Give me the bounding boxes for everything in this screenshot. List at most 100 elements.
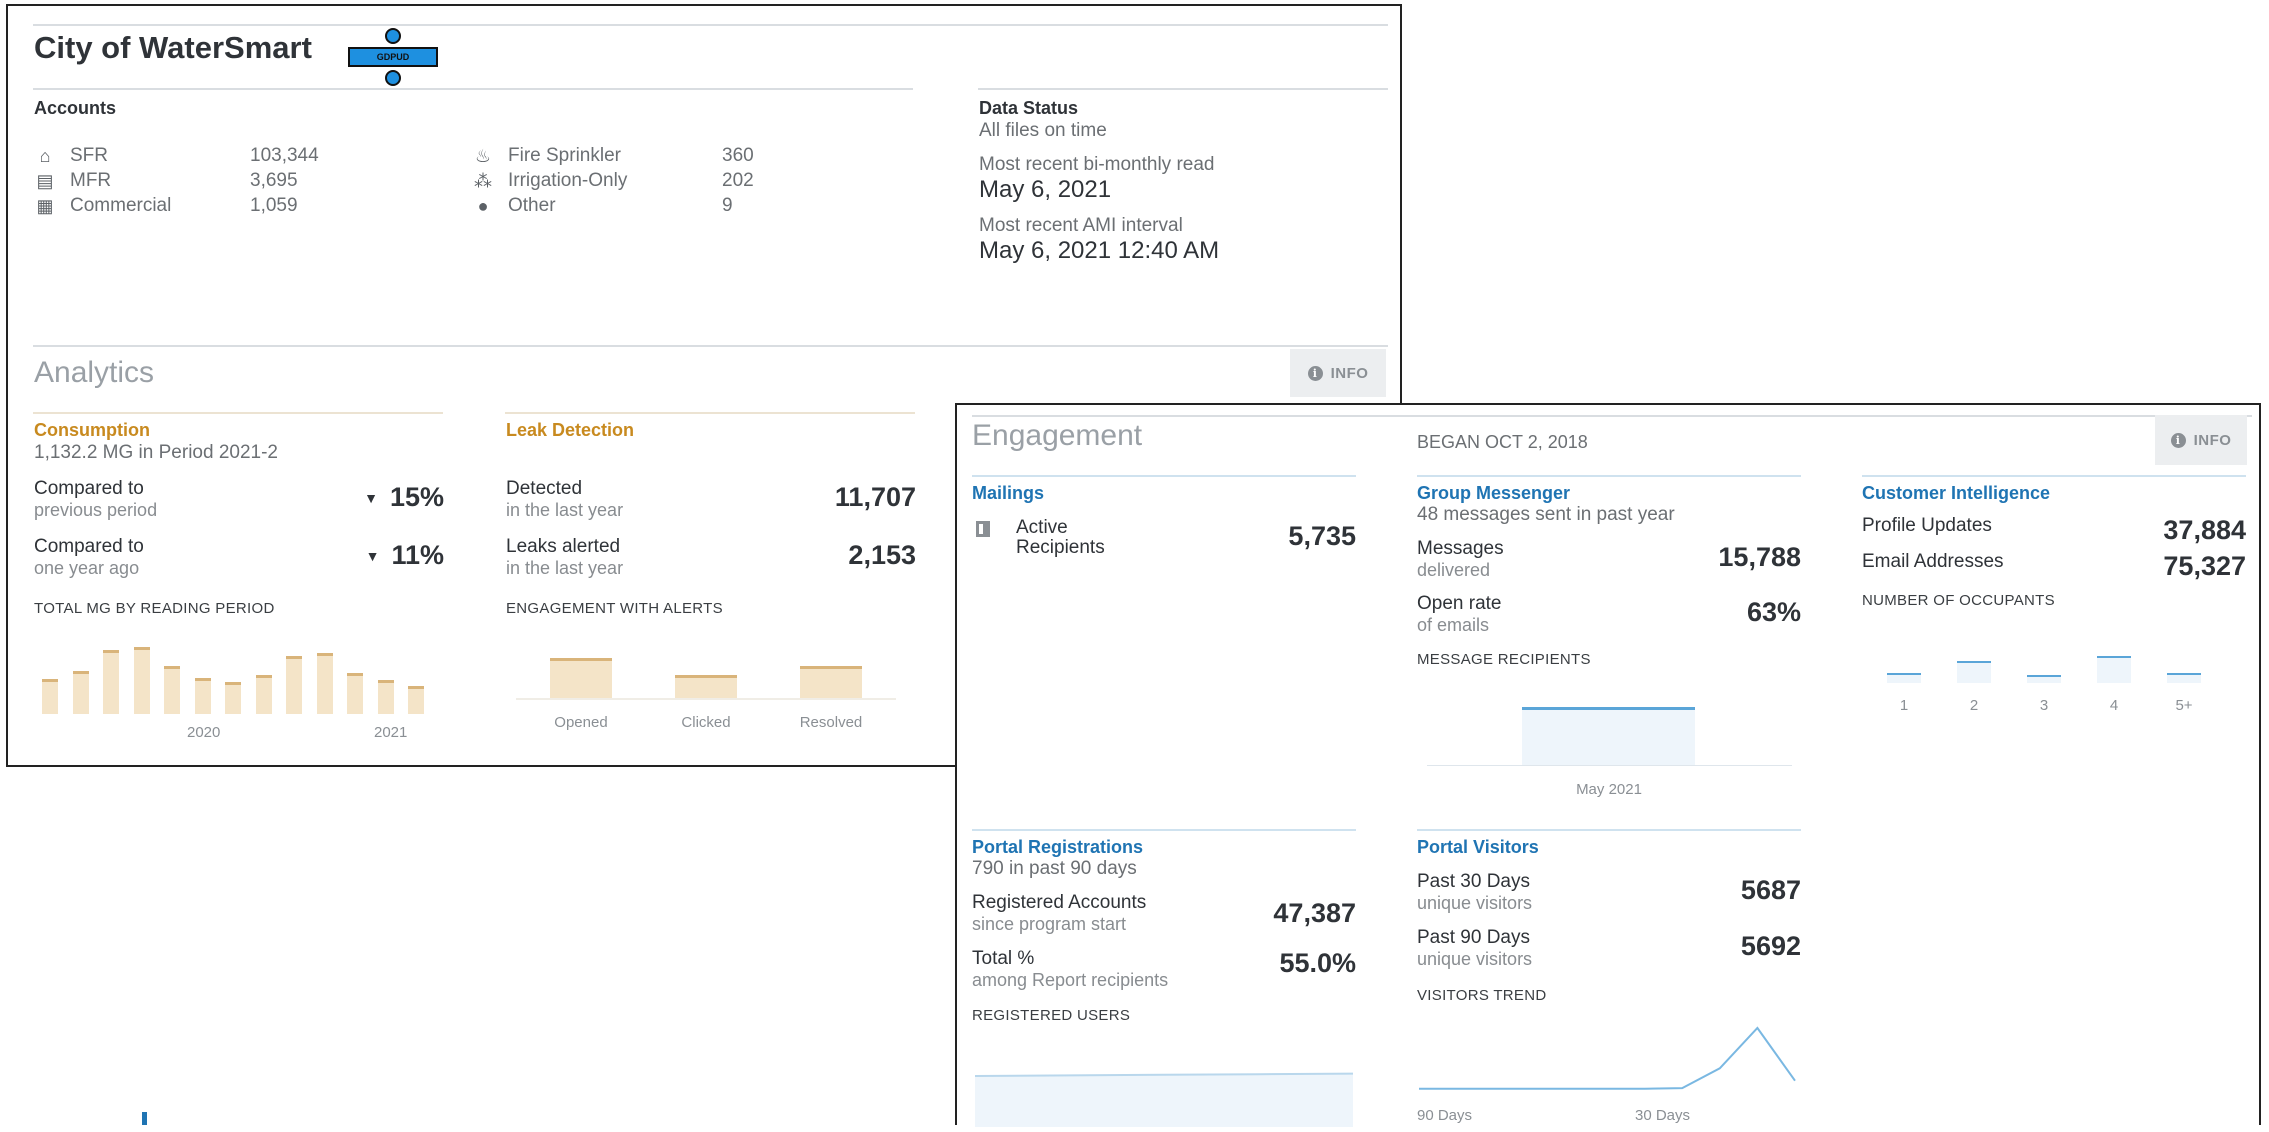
message-recipients-caption: MESSAGE RECIPIENTS [1417,651,1591,668]
ami-interval-value: May 6, 2021 12:40 AM [979,237,1220,264]
info-label: INFO [1330,364,1369,382]
account-value: 3,695 [250,169,298,191]
group-messenger-subtitle: 48 messages sent in past year [1417,504,1675,525]
past-90-days-row: Past 90 Days unique visitors 5692 [1417,927,1801,973]
occupants-tick-label: 5+ [2175,697,2193,714]
registered-accounts-row: Registered Accounts since program start … [972,892,1356,938]
engagement-info-button[interactable]: i INFO [2155,415,2247,465]
occupants-tick-label: 1 [1899,697,1909,714]
data-status-text: All files on time [979,120,1107,141]
alerts-caption: ENGAGEMENT WITH ALERTS [506,600,723,617]
account-value: 9 [722,194,733,216]
engagement-top-divider [972,415,2252,417]
account-label: SFR [70,144,108,166]
status-divider [978,88,1388,90]
alerts-baseline [516,698,896,700]
recipients-label: Recipients [1016,537,1105,558]
account-label: Fire Sprinkler [508,144,621,166]
total-mg-bar [286,656,302,714]
total-mg-bar [225,682,241,714]
occupants-tick-label: 2 [1969,697,1979,714]
consumption-subtitle: 1,132.2 MG in Period 2021-2 [34,442,278,463]
down-arrow-icon: ▼ [364,489,378,506]
accounts-heading: Accounts [34,98,117,118]
customer-intelligence-heading: Customer Intelligence [1862,483,2051,503]
alerts-chart: Opened Clicked Resolved [506,646,916,746]
occupants-bar [2097,656,2131,683]
occupants-bar [1957,661,1991,683]
row-value: 55.0% [1279,948,1356,978]
droplet-icon: ● [477,195,489,216]
bimonthly-read-label: Most recent bi-monthly read [979,154,1215,175]
compare-value: 11% [391,540,444,570]
registered-users-svg [974,1072,1354,1127]
active-recipients-row: Active Recipients 5,735 [972,517,1356,563]
mail-icon [976,521,990,537]
corner-mark [142,1112,147,1125]
row-value: 5692 [1740,931,1801,961]
message-recipients-chart: May 2021 [1417,675,1801,798]
account-label: Irrigation-Only [508,169,628,191]
registered-users-caption: REGISTERED USERS [972,1007,1131,1024]
occupants-chart: 1 2 3 4 5+ [1862,625,2246,735]
consumption-heading: Consumption [34,420,150,440]
past-30-days-row: Past 30 Days unique visitors 5687 [1417,871,1801,917]
total-mg-bar [103,650,119,714]
header-divider [33,24,1388,26]
alerts-bar [675,675,737,698]
account-row-commercial: ▦ Commercial 1,059 [34,193,374,218]
active-label: Active [1016,517,1068,538]
account-row-sfr: ⌂ SFR 103,344 [34,143,374,168]
leak-divider [505,412,915,414]
leak-value: 11,707 [834,482,916,512]
active-recipients-value: 5,735 [1288,521,1356,551]
mailings-divider [972,475,1356,477]
analytics-heading: Analytics [34,356,155,389]
row-sub: of emails [1417,615,1490,635]
portal-registrations-divider [972,829,1356,831]
total-mg-bar [255,675,272,714]
account-label: Commercial [70,194,172,216]
ami-interval-label: Most recent AMI interval [979,215,1183,236]
analytics-divider [33,345,1388,347]
alerts-bar [550,658,612,698]
alerts-tick-label: Opened [554,714,608,731]
building-icon: ▤ [36,170,54,191]
portal-visitors-divider [1417,829,1801,831]
portal-registrations-subtitle: 790 in past 90 days [972,858,1137,879]
total-mg-bar [72,671,89,714]
profile-updates-row: Profile Updates 37,884 [1862,515,2246,547]
alerts-tick-label: Clicked [681,714,731,731]
occupants-tick-label: 4 [2109,697,2119,714]
total-mg-bar [316,653,333,714]
logo-text: GDPUD [348,47,438,67]
info-label: INFO [2193,431,2232,449]
total-percent-row: Total % among Report recipients 55.0% [972,948,1356,994]
occupants-bar-top [2027,675,2061,677]
occupants-bar-top [1887,673,1921,675]
message-recipients-bar [1522,707,1695,765]
occupants-bar-top [2097,656,2131,658]
engagement-heading: Engagement [972,419,1143,452]
portal-visitors-heading: Portal Visitors [1417,837,1539,857]
consumption-divider [33,412,443,414]
analytics-info-button[interactable]: i INFO [1290,349,1386,397]
data-status-heading: Data Status [979,98,1079,118]
row-value: 47,387 [1273,898,1356,928]
message-tick-label: May 2021 [1576,781,1642,798]
portal-registrations-heading: Portal Registrations [972,837,1144,857]
email-addresses-row: Email Addresses 75,327 [1862,551,2246,583]
leaks-alerted-row: Leaks alerted in the last year 2,153 [506,536,916,588]
account-value: 103,344 [250,144,319,166]
alerts-tick-label: Resolved [799,714,863,731]
occupants-caption: NUMBER OF OCCUPANTS [1862,592,2055,609]
alerts-bar [800,666,862,698]
account-value: 360 [722,144,754,166]
engagement-panel: Engagement BEGAN OCT 2, 2018 i INFO Mail… [955,403,2261,1127]
total-mg-bar [42,679,58,714]
row-value: 5687 [1740,875,1801,905]
info-icon: i [1307,365,1323,381]
total-mg-bar [164,666,180,714]
bimonthly-read-value: May 6, 2021 [979,176,1112,203]
info-icon: i [2170,432,2186,448]
